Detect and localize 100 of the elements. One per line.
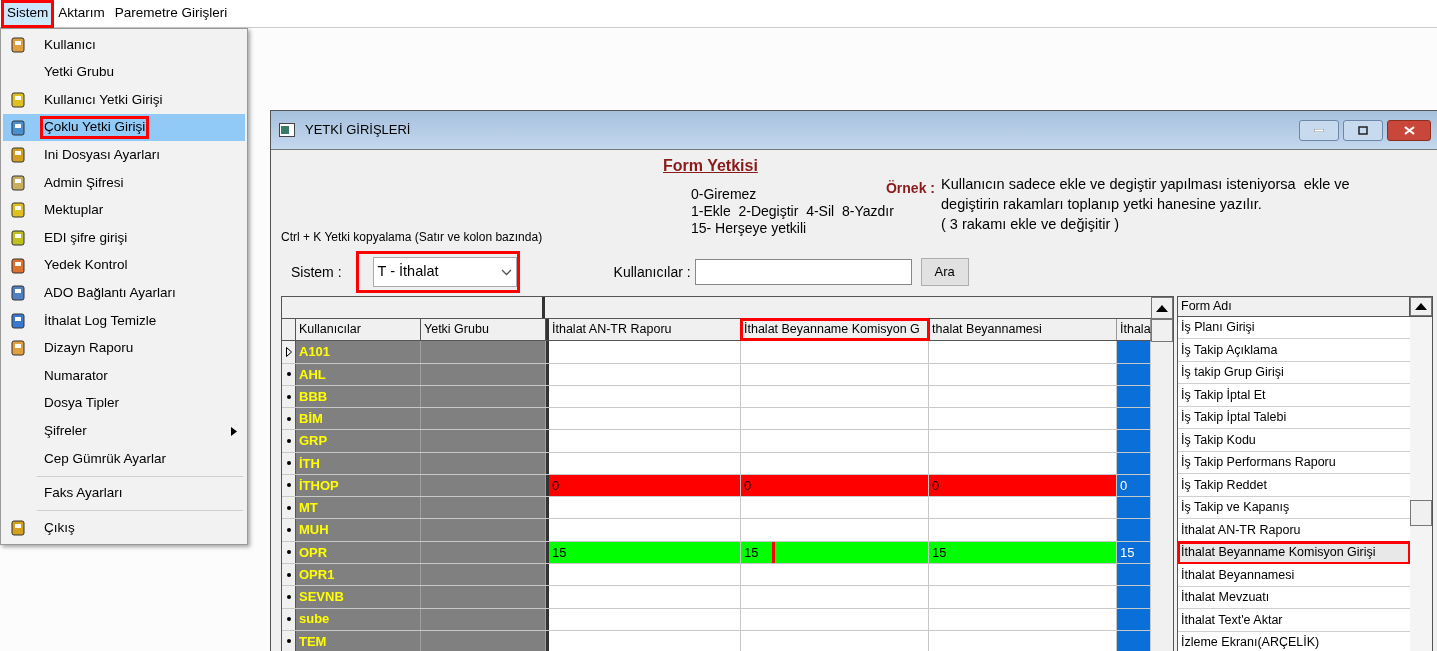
permission-cell[interactable] [1117,385,1151,408]
scroll-up-button[interactable] [1410,297,1432,316]
row-header[interactable] [282,474,296,497]
menu-item[interactable]: Cep Gümrük Ayarlar [3,444,245,473]
permission-cell[interactable]: 15 [929,541,1117,564]
up-arrow-icon [1415,302,1427,310]
permission-cell[interactable] [1117,363,1151,385]
permission-cell[interactable]: 0 [929,474,1117,497]
system-dropdown[interactable]: T - İthalat [372,257,517,287]
menu-item[interactable]: EDI şifre girişi [3,224,245,252]
menu-bar-item[interactable]: Sistem [2,0,54,27]
close-button[interactable] [1387,119,1431,141]
chevron-down-icon [500,268,512,276]
permission-value: 0 [743,476,753,495]
column-header[interactable]: Kullanıcılar [296,318,421,341]
menu-item[interactable]: Kullanıcı Yetki Girişi [3,86,245,114]
row-header[interactable] [282,586,296,608]
menu-item[interactable]: Mektuplar [3,196,245,225]
permission-cell[interactable]: 0 [1117,474,1151,497]
row-header[interactable] [282,408,296,430]
window-icon [279,123,295,137]
menu-item[interactable]: Çıkış [3,514,245,542]
column-header[interactable]: Form Adı [1178,297,1410,316]
column-header[interactable]: İthalat AN-TR Raporu [549,318,741,341]
permission-cell[interactable]: 15 [1117,541,1151,564]
menu-bar-item[interactable]: Paremetre Girişleri [109,0,233,27]
menu-item[interactable]: Kullanıcı [3,31,245,59]
scroll-up-button[interactable] [1151,297,1173,319]
menu-item-label: Faks Ayarları [43,484,124,503]
row-header[interactable] [282,564,296,586]
menu-item-label: Dosya Tipler [43,394,121,413]
search-button[interactable]: Ara [920,258,969,286]
menu-bar-item[interactable]: Aktarım [53,0,110,27]
submenu-arrow-icon [231,426,237,436]
users-search-field[interactable] [694,259,912,285]
menu-item-label: Çıkış [43,518,76,537]
menu-item[interactable]: ADO Bağlantı Ayarları [3,279,245,307]
scrollbar-track[interactable] [1151,297,1173,651]
menu-item[interactable]: Dosya Tipler [3,389,245,418]
row-header[interactable] [282,385,296,408]
permission-cell[interactable]: 15 [741,541,929,564]
menu-item[interactable]: Çoklu Yetki Girişi [3,113,245,142]
row-header[interactable] [282,363,296,385]
permission-cell[interactable] [1117,564,1151,586]
form-permission-heading: Form Yetkisi [663,156,758,176]
row-header[interactable] [282,341,296,363]
close-icon [1403,125,1415,135]
row-header[interactable] [282,541,296,564]
menu-item-icon [9,91,27,109]
menu-item-label: İthalat Log Temizle [43,311,158,330]
row-header[interactable] [282,630,296,651]
form-list-item[interactable]: İthalat Beyanname Komisyon Girişi [1178,541,1410,565]
permission-cell[interactable] [1117,519,1151,541]
permission-cell[interactable] [1117,586,1151,608]
permission-cell[interactable]: 0 [549,474,741,497]
column-header[interactable]: İthalat Beyanname Komisyon G [741,318,929,341]
permission-cell[interactable] [1117,430,1151,452]
minimize-icon [1314,128,1324,132]
permission-cell[interactable] [1117,341,1151,363]
permission-cell[interactable] [1117,497,1151,519]
system-label: Sistem : [291,262,342,282]
menu-item-icon [9,118,27,137]
user-cell: TEM [296,630,421,651]
scrollbar-thumb[interactable] [1410,499,1432,526]
example-text: Kullanıcın sadece ekle ve degiştir yapılması isteniyorsa ekle ve [941,175,1350,194]
menu-item-label: Cep Gümrük Ayarlar [43,449,168,468]
menu-item[interactable]: Faks Ayarları [3,479,245,508]
permission-value: 15 [741,541,773,564]
user-cell: OPR1 [296,564,421,586]
menu-item[interactable]: Şifreler [3,417,245,445]
menu-item-label: EDI şifre girişi [43,228,129,247]
menu-item[interactable]: Yedek Kontrol [3,251,245,280]
menu-item[interactable]: Numarator [3,362,245,390]
menu-item[interactable]: Admin Şifresi [3,168,245,197]
menu-item-label: ADO Bağlantı Ayarları [43,284,177,302]
menu-item[interactable]: Yetki Grubu [3,58,245,87]
up-arrow-icon [1156,304,1168,312]
permission-cell[interactable]: 0 [741,474,929,497]
permission-cell[interactable]: 15 [549,541,741,564]
maximize-button[interactable] [1343,119,1383,141]
row-header[interactable] [282,430,296,452]
row-header[interactable] [282,452,296,474]
permission-cell[interactable] [1117,608,1151,630]
row-header[interactable] [282,608,296,630]
example-text: degiştirin rakamları toplanıp yetki hanesine yazılır. [941,195,1263,214]
minimize-button[interactable] [1299,119,1339,141]
menu-item[interactable]: İthalat Log Temizle [3,306,245,335]
menu-item[interactable]: Dizayn Raporu [3,334,245,363]
permission-cell[interactable] [1117,408,1151,430]
menu-item-label: Dizayn Raporu [43,339,135,358]
menu-item[interactable]: Ini Dosyası Ayarları [3,141,245,169]
permission-cell[interactable] [1117,452,1151,474]
permission-value: 0 [551,476,561,495]
column-header[interactable]: thalat Beyannamesi [929,318,1117,341]
user-cell: BİM [296,408,421,430]
row-header[interactable] [282,519,296,541]
menu-item-label: Numarator [43,366,109,385]
scrollbar-thumb[interactable] [1151,319,1173,342]
row-header[interactable] [282,497,296,519]
permission-cell[interactable] [1117,630,1151,651]
